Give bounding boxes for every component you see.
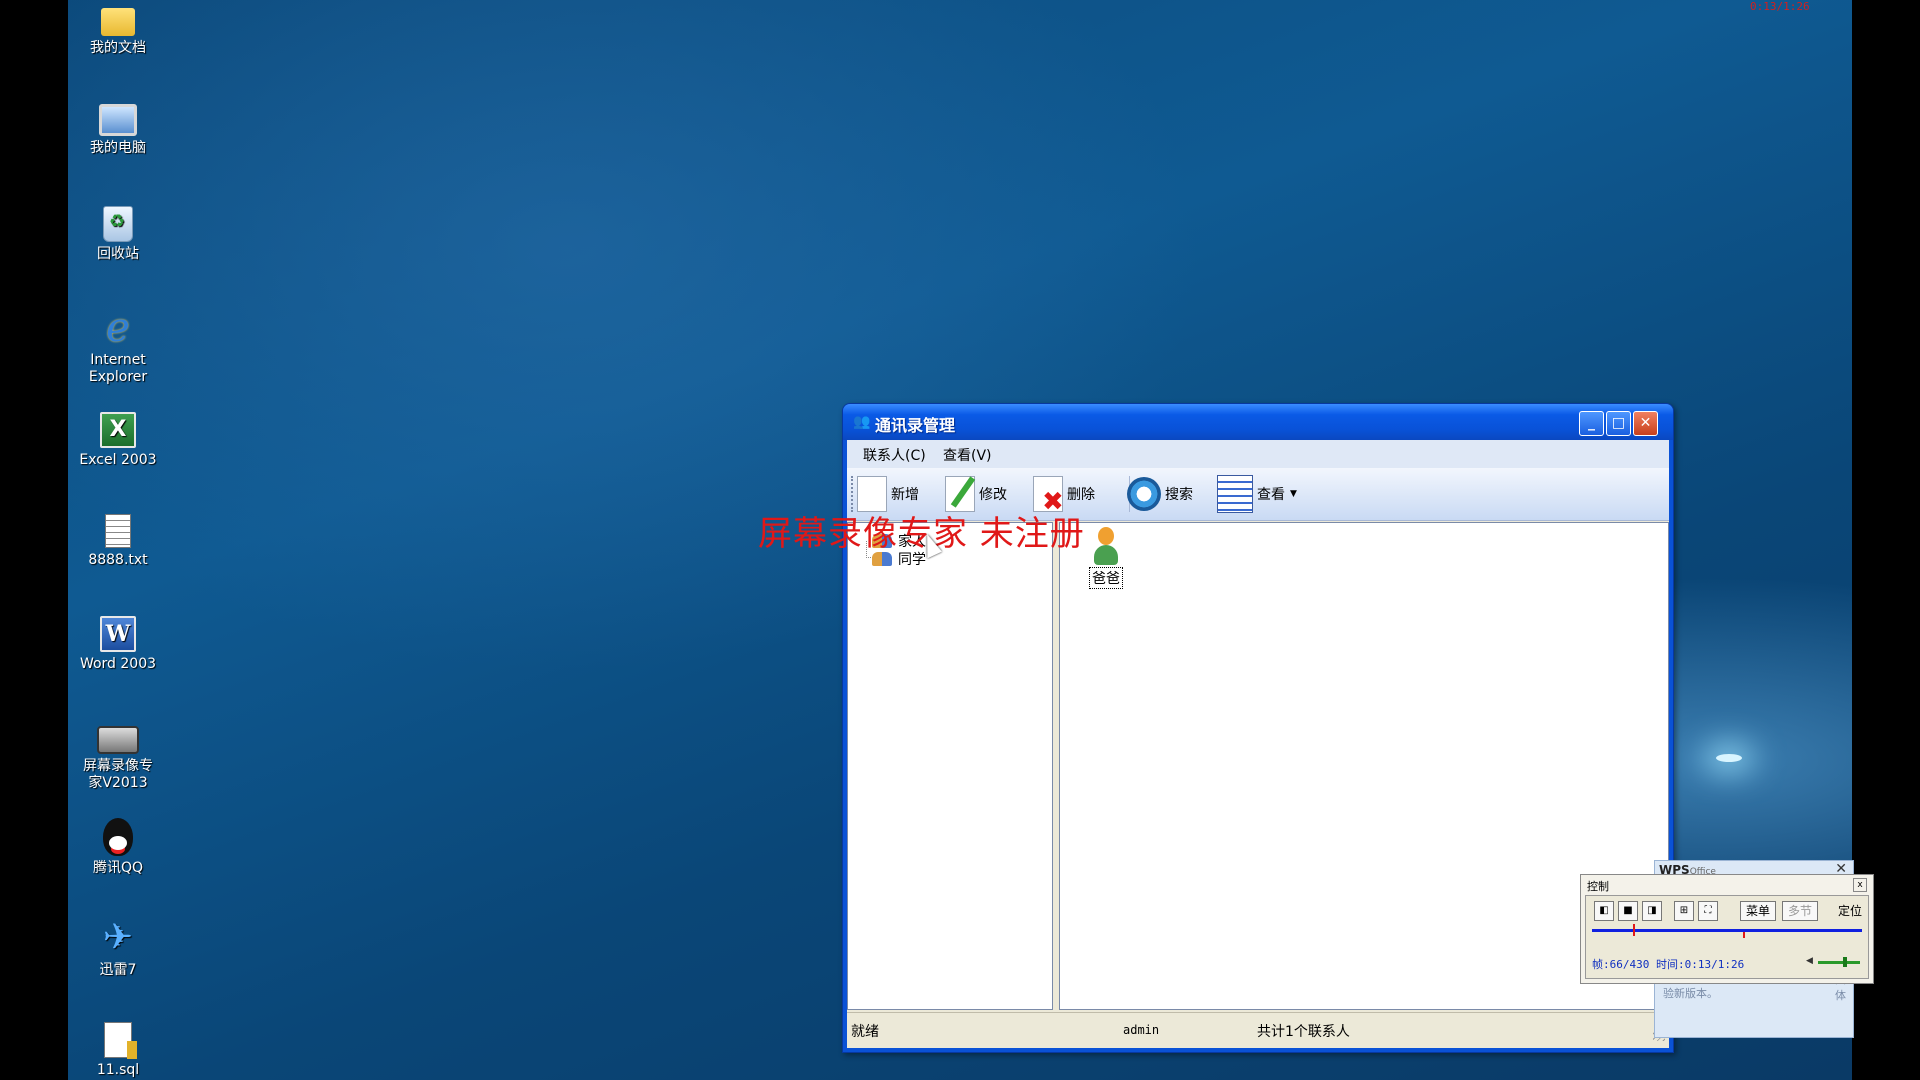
recycle-bin-icon <box>103 206 133 242</box>
text-file-icon <box>105 514 131 548</box>
prev-frame-button[interactable]: ◧ <box>1594 901 1614 921</box>
status-ready: 就绪 <box>851 1024 879 1040</box>
group-tree[interactable]: 家人 同学 <box>847 522 1053 1010</box>
word-icon: W <box>100 616 136 652</box>
desktop-icon-label: 我的电脑 <box>90 140 146 156</box>
contacts-app-icon: 👥 <box>853 414 871 430</box>
playback-end-marker <box>1743 932 1746 938</box>
desktop-icon-label: Excel 2003 <box>79 452 157 468</box>
volume-knob[interactable] <box>1843 957 1848 967</box>
desktop-icon-label: 腾讯QQ <box>92 860 144 876</box>
new-contact-label: 新增 <box>891 487 919 503</box>
desktop-icon-label: 8888.txt <box>88 552 148 568</box>
recording-timer: 0:13/1:26 <box>1750 0 1810 13</box>
menu-contacts[interactable]: 联系人(C) <box>863 445 926 465</box>
desktop-icon-recycle-bin[interactable]: 回收站 <box>68 206 168 263</box>
control-panel-body: ◧ ■ ◨ ⊞ ⛶ 菜单 多节 定位 帧:66/430 时间:0:13/1:26… <box>1585 895 1869 979</box>
search-eye-icon <box>1127 477 1161 511</box>
desktop-icon-sql-file[interactable]: 11.sql <box>68 1022 168 1079</box>
window-title: 通讯录管理 <box>875 416 956 435</box>
close-icon[interactable]: x <box>1853 878 1867 892</box>
desktop-icon-label: 我的文档 <box>90 40 146 56</box>
list-item[interactable]: 爸爸 <box>1084 527 1128 589</box>
screen-recorder-icon <box>97 726 139 754</box>
close-button[interactable]: ✕ <box>1633 411 1658 436</box>
status-contact-count: 共计1个联系人 <box>1257 1024 1350 1040</box>
status-user: admin <box>1123 1023 1160 1037</box>
view-list-icon <box>1217 475 1253 513</box>
desktop-icon-my-documents[interactable]: 我的文档 <box>68 2 168 57</box>
my-documents-icon <box>101 8 135 36</box>
excel-icon: X <box>100 412 136 448</box>
desktop-icon-label: 迅雷7 <box>99 962 137 978</box>
desktop-icon-excel[interactable]: X Excel 2003 <box>68 412 168 469</box>
view-label: 查看 <box>1257 487 1285 503</box>
maximize-button[interactable]: □ <box>1606 411 1631 436</box>
desktop-icon-internet-explorer[interactable]: e Internet Explorer <box>68 308 168 386</box>
desktop-icon-word[interactable]: W Word 2003 <box>68 616 168 673</box>
desktop-icon-my-computer[interactable]: 我的电脑 <box>68 104 168 157</box>
playback-info: 帧:66/430 时间:0:13/1:26 <box>1592 958 1745 971</box>
edit-contact-label: 修改 <box>979 487 1007 503</box>
desktop-icon-label: Internet Explorer <box>88 352 148 385</box>
locate-button[interactable]: 定位 <box>1832 901 1868 921</box>
letterbox-left <box>0 0 68 1080</box>
desktop-icon-label: 11.sql <box>96 1062 140 1078</box>
contact-list[interactable]: 爸爸 <box>1059 522 1669 1010</box>
multi-section-button[interactable]: 多节 <box>1782 901 1818 921</box>
chevron-down-icon: ▼ <box>1290 489 1297 499</box>
control-panel-title: 控制 <box>1587 880 1609 893</box>
internet-explorer-icon: e <box>106 305 130 351</box>
contact-name: 爸爸 <box>1089 567 1123 589</box>
desktop-icon-screen-recorder[interactable]: 屏幕录像专 家V2013 <box>68 716 168 792</box>
desktop-icon-xunlei[interactable]: ✈ 迅雷7 <box>68 918 168 979</box>
qq-icon <box>103 818 133 856</box>
volume-slider[interactable]: ◀ <box>1806 956 1862 967</box>
sql-file-icon <box>104 1022 137 1059</box>
next-frame-button[interactable]: ◨ <box>1642 901 1662 921</box>
wallpaper-glow <box>1716 754 1742 762</box>
desktop-icon-label: Word 2003 <box>79 656 157 672</box>
search-label: 搜索 <box>1165 487 1193 503</box>
minimize-button[interactable]: _ <box>1579 411 1604 436</box>
wps-popup-text: 验新版本。 <box>1663 987 1718 1000</box>
desktop-icon-text-file[interactable]: 8888.txt <box>68 514 168 569</box>
desktop-icon-qq[interactable]: 腾讯QQ <box>68 818 168 877</box>
contacts-manager-window[interactable]: 👥 通讯录管理 _ □ ✕ 联系人(C) 查看(V) 新增 修改 删除 <box>842 403 1674 1053</box>
playback-control-panel[interactable]: 控制 x ◧ ■ ◨ ⊞ ⛶ 菜单 多节 定位 帧:66/430 时间:0:13… <box>1580 874 1874 984</box>
playback-position-marker[interactable] <box>1632 924 1635 936</box>
volume-track <box>1818 961 1860 964</box>
fit-window-button[interactable]: ⊞ <box>1674 901 1694 921</box>
my-computer-icon <box>99 104 137 136</box>
status-bar: 就绪 admin 共计1个联系人 <box>847 1012 1669 1045</box>
stop-button[interactable]: ■ <box>1618 901 1638 921</box>
desktop-icon-label: 回收站 <box>97 246 139 262</box>
menu-bar: 联系人(C) 查看(V) <box>847 440 1669 468</box>
desktop-icon-label: 屏幕录像专 家V2013 <box>83 758 153 791</box>
speaker-icon: ◀ <box>1806 956 1813 966</box>
view-dropdown-button[interactable]: 查看 ▼ <box>1217 474 1297 514</box>
search-button[interactable]: 搜索 <box>1127 474 1193 514</box>
window-titlebar[interactable]: 👥 通讯录管理 _ □ ✕ <box>843 404 1673 440</box>
xunlei-icon: ✈ <box>102 917 134 958</box>
menu-button[interactable]: 菜单 <box>1740 901 1776 921</box>
fullscreen-button[interactable]: ⛶ <box>1698 901 1718 921</box>
contact-person-icon <box>1093 527 1119 567</box>
menu-view[interactable]: 查看(V) <box>943 445 992 465</box>
delete-contact-label: 删除 <box>1067 487 1095 503</box>
